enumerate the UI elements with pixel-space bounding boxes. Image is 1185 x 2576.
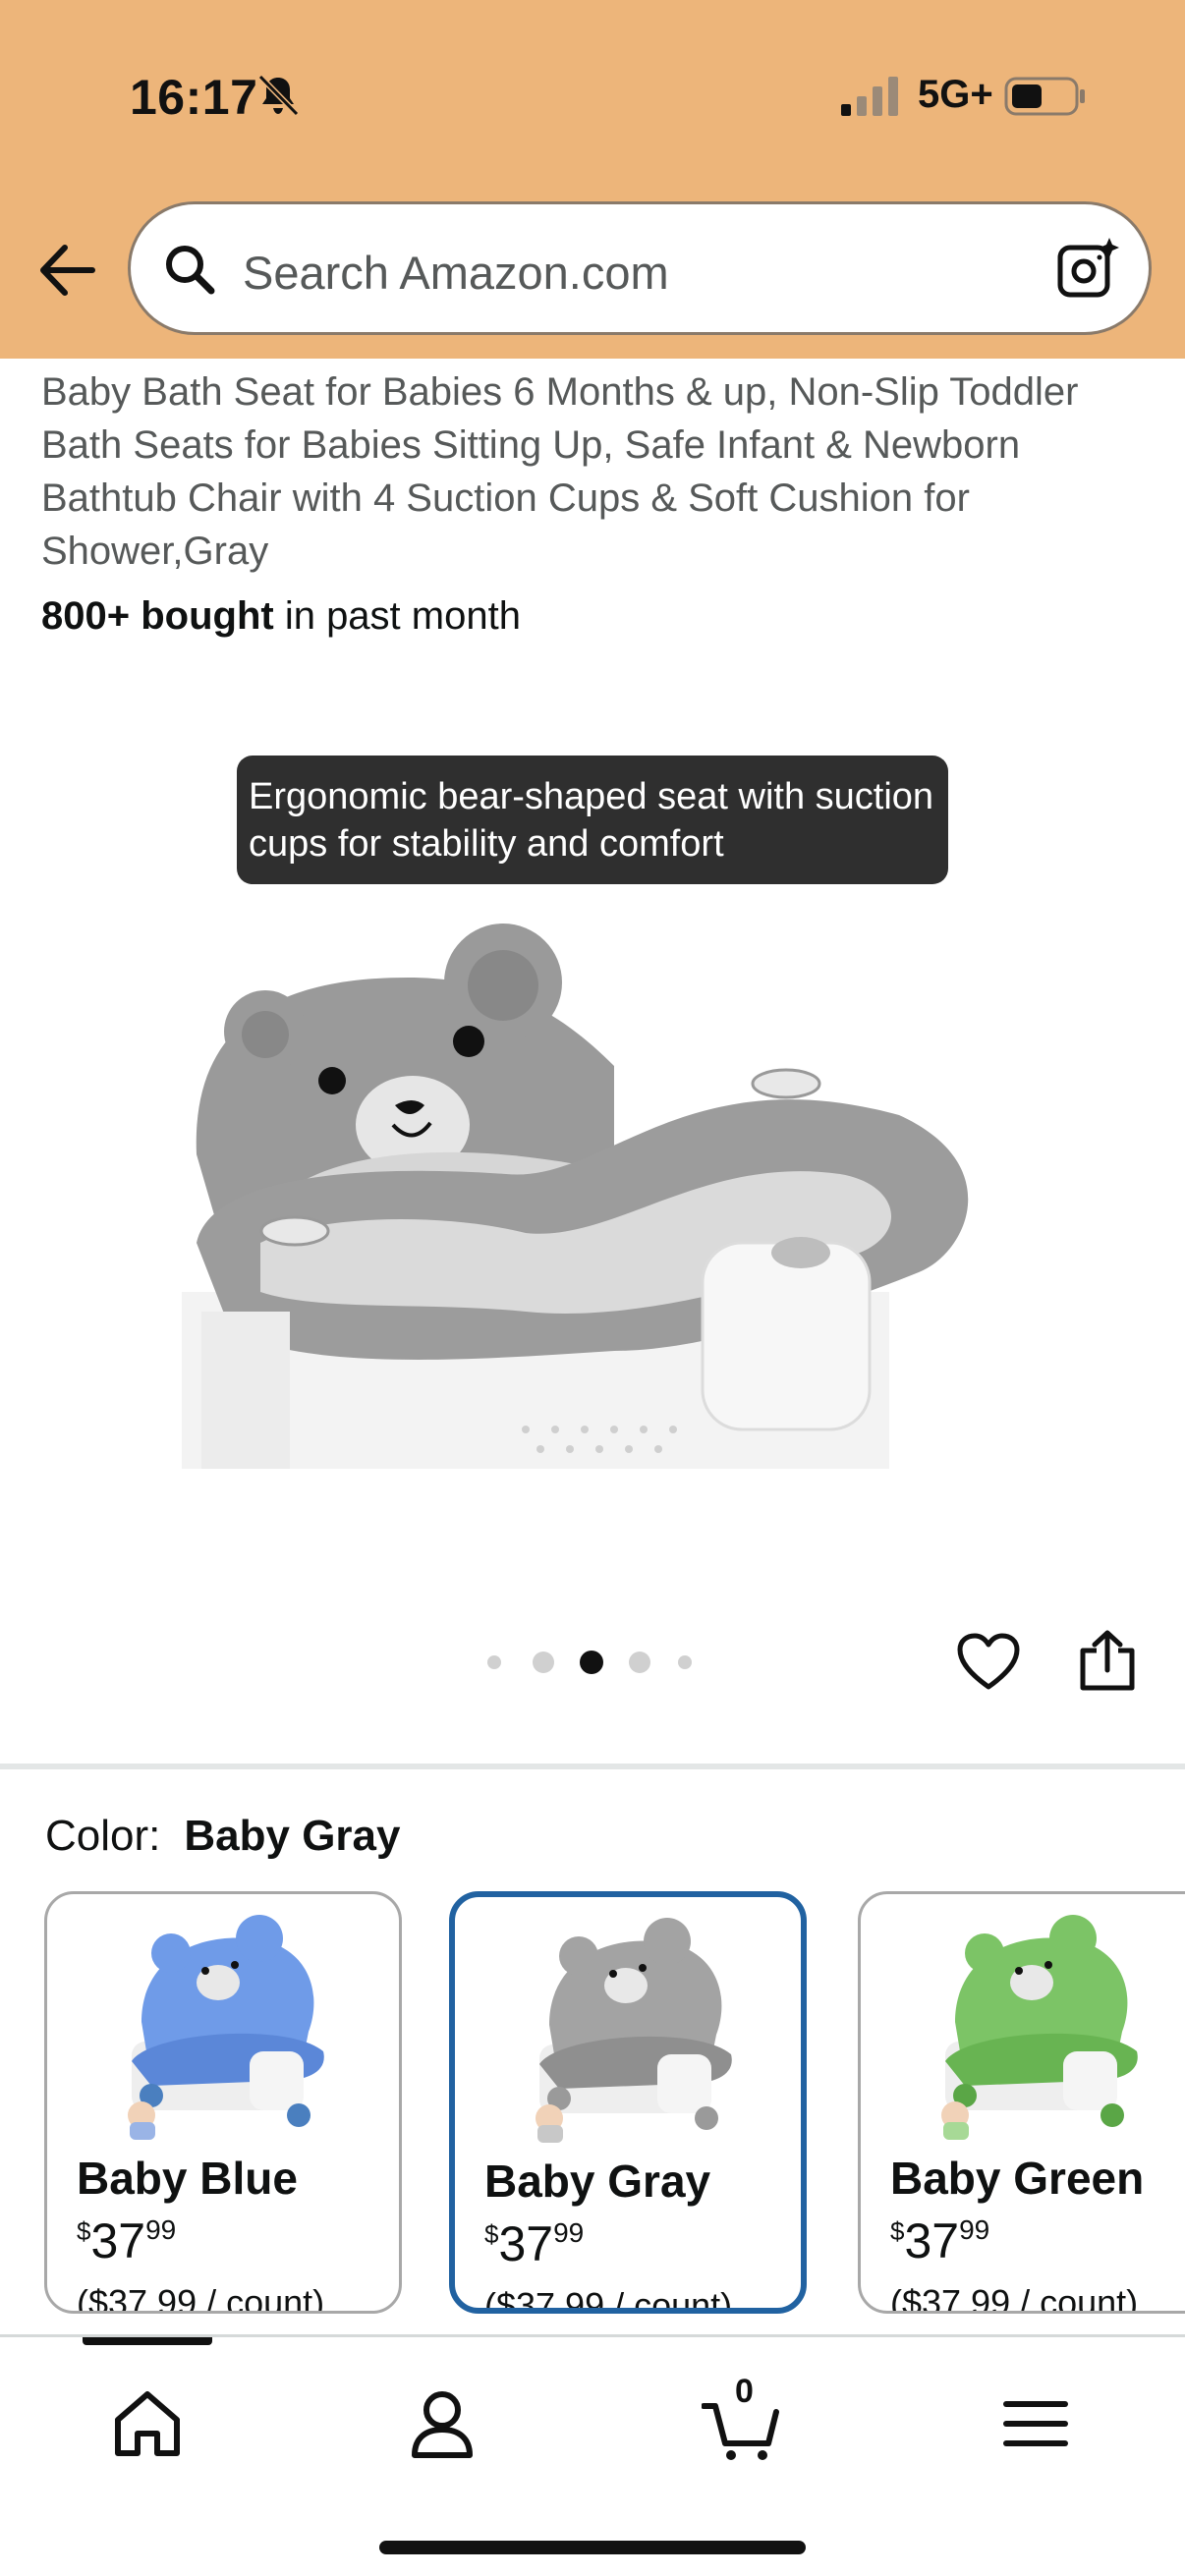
carousel-dot[interactable] bbox=[678, 1655, 692, 1669]
active-tab-indicator bbox=[83, 2337, 212, 2345]
image-caption-tooltip: Ergonomic bear-shaped seat with suction … bbox=[237, 756, 948, 884]
search-icon bbox=[166, 246, 215, 295]
price-dollars: 37 bbox=[90, 2213, 146, 2268]
carousel-dot[interactable] bbox=[533, 1652, 554, 1673]
color-option-baby-green[interactable]: Baby Green $3799 ($37.99 / count) bbox=[858, 1891, 1185, 2314]
back-arrow-icon[interactable] bbox=[35, 240, 96, 301]
price-currency: $ bbox=[484, 2219, 499, 2249]
price-cents: 99 bbox=[553, 2217, 585, 2248]
carousel-dot[interactable] bbox=[487, 1655, 501, 1669]
swatch-image bbox=[941, 1915, 1138, 2140]
color-selected: Baby Gray bbox=[184, 1812, 401, 1860]
price-dollars: 37 bbox=[498, 2216, 554, 2271]
carousel-dots[interactable] bbox=[487, 1651, 704, 1674]
bought-rest: in past month bbox=[273, 594, 521, 638]
account-icon[interactable] bbox=[403, 2384, 481, 2463]
bottom-nav: 0 bbox=[0, 2334, 1185, 2576]
menu-icon[interactable] bbox=[996, 2384, 1075, 2463]
status-time: 16:17 bbox=[130, 70, 258, 125]
divider bbox=[0, 1764, 1185, 1769]
cart-count: 0 bbox=[735, 2373, 754, 2410]
camera-lens-icon[interactable] bbox=[1056, 236, 1121, 301]
search-bar[interactable]: Search Amazon.com bbox=[131, 204, 1149, 332]
option-unit-price: ($37.99 / count) bbox=[77, 2282, 325, 2314]
price-currency: $ bbox=[77, 2216, 91, 2246]
price-currency: $ bbox=[890, 2216, 905, 2246]
color-option-baby-blue[interactable]: Baby Blue $3799 ($37.99 / count) bbox=[44, 1891, 402, 2314]
swatch-image bbox=[128, 1915, 324, 2140]
option-name: Baby Green bbox=[890, 2153, 1145, 2204]
option-unit-price: ($37.99 / count) bbox=[484, 2285, 733, 2314]
color-label-row: Color: Baby Gray bbox=[45, 1812, 400, 1861]
carousel-dot-active[interactable] bbox=[580, 1651, 603, 1674]
home-icon[interactable] bbox=[108, 2384, 187, 2463]
battery-icon bbox=[1004, 77, 1085, 116]
option-price: $3799 bbox=[890, 2212, 989, 2269]
color-label: Color: bbox=[45, 1812, 161, 1860]
product-title[interactable]: Baby Bath Seat for Babies 6 Months & up,… bbox=[41, 365, 1142, 578]
signal-icon bbox=[841, 77, 898, 116]
network-type: 5G+ bbox=[918, 73, 993, 116]
search-input[interactable]: Search Amazon.com bbox=[243, 246, 669, 300]
bought-bold: 800+ bought bbox=[41, 594, 274, 638]
bell-muted-icon bbox=[257, 74, 300, 117]
heart-icon[interactable] bbox=[957, 1633, 1020, 1692]
option-name: Baby Gray bbox=[484, 2156, 711, 2207]
price-cents: 99 bbox=[145, 2214, 177, 2245]
color-option-baby-gray[interactable]: Baby Gray $3799 ($37.99 / count) bbox=[449, 1891, 807, 2314]
carousel-dot[interactable] bbox=[629, 1652, 650, 1673]
option-price: $3799 bbox=[77, 2212, 176, 2269]
swatch-image bbox=[536, 1918, 732, 2143]
option-price: $3799 bbox=[484, 2215, 584, 2272]
option-name: Baby Blue bbox=[77, 2153, 298, 2204]
option-unit-price: ($37.99 / count) bbox=[890, 2282, 1139, 2314]
home-indicator-bar bbox=[379, 2541, 806, 2554]
price-cents: 99 bbox=[959, 2214, 990, 2245]
price-dollars: 37 bbox=[904, 2213, 960, 2268]
header: 16:17 5G+ Search Amazon.com bbox=[0, 0, 1185, 359]
product-image[interactable] bbox=[152, 919, 988, 1469]
share-icon[interactable] bbox=[1077, 1629, 1138, 1692]
bought-count: 800+ bought in past month bbox=[41, 594, 521, 639]
